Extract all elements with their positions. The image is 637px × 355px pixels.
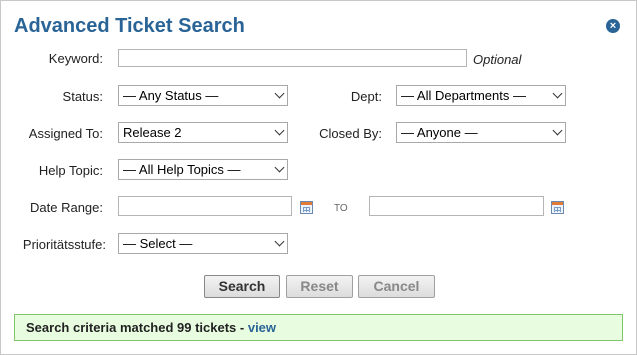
dept-label: Dept:	[350, 89, 382, 104]
status-label: Status:	[62, 89, 103, 104]
date-range-label: Date Range:	[30, 200, 103, 215]
assigned-to-select[interactable]: Release 2	[118, 122, 288, 143]
search-button[interactable]: Search	[204, 275, 280, 298]
chevron-down-icon	[552, 88, 563, 99]
search-result-message: Search criteria matched 99 tickets	[26, 320, 237, 335]
help-topic-selected-value: — All Help Topics —	[123, 162, 241, 177]
date-to-input[interactable]	[369, 196, 544, 216]
closed-by-select[interactable]: — Anyone —	[396, 122, 566, 143]
search-result-separator: -	[236, 320, 248, 335]
cancel-button[interactable]: Cancel	[358, 275, 435, 298]
chevron-down-icon	[274, 236, 285, 247]
date-from-input[interactable]	[118, 196, 292, 216]
help-topic-label: Help Topic:	[38, 163, 103, 178]
date-range-to-label: TO	[334, 203, 348, 214]
close-icon[interactable]: ×	[606, 19, 620, 33]
keyword-label: Keyword:	[48, 51, 103, 66]
calendar-icon[interactable]	[551, 201, 564, 214]
advanced-search-dialog: Advanced Ticket Search × Keyword: Option…	[0, 0, 637, 355]
dept-select[interactable]: — All Departments —	[396, 85, 566, 106]
chevron-down-icon	[552, 125, 563, 136]
reset-button[interactable]: Reset	[286, 275, 353, 298]
assigned-to-selected-value: Release 2	[123, 125, 182, 140]
status-select[interactable]: — Any Status —	[118, 85, 288, 106]
chevron-down-icon	[274, 88, 285, 99]
chevron-down-icon	[274, 162, 285, 173]
closed-by-selected-value: — Anyone —	[401, 125, 478, 140]
status-selected-value: — Any Status —	[123, 88, 219, 103]
priority-select[interactable]: — Select —	[118, 233, 288, 254]
keyword-input[interactable]	[118, 49, 467, 67]
assigned-to-label: Assigned To:	[28, 126, 103, 141]
dept-selected-value: — All Departments —	[401, 88, 526, 103]
closed-by-label: Closed By:	[319, 126, 382, 141]
keyword-optional-hint: Optional	[473, 52, 522, 67]
priority-selected-value: — Select —	[123, 236, 193, 251]
search-result-bar: Search criteria matched 99 tickets - vie…	[14, 314, 623, 341]
help-topic-select[interactable]: — All Help Topics —	[118, 159, 288, 180]
chevron-down-icon	[274, 125, 285, 136]
priority-label: Prioritätsstufe:	[22, 237, 106, 252]
dialog-title: Advanced Ticket Search	[14, 15, 245, 37]
calendar-icon[interactable]	[300, 201, 313, 214]
view-results-link[interactable]: view	[248, 320, 276, 335]
